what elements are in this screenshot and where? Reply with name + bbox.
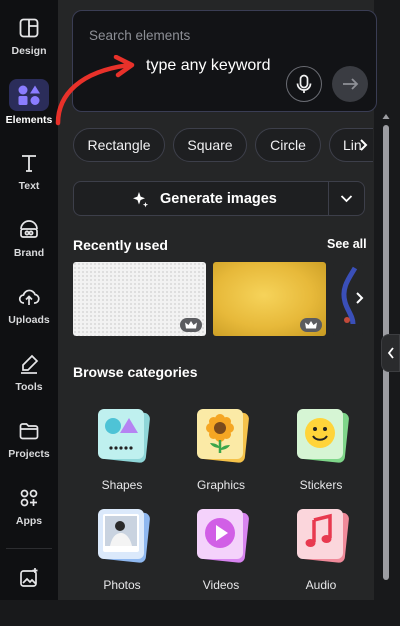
magic-image-icon <box>20 568 38 587</box>
sidebar-item-uploads[interactable]: Uploads <box>0 285 58 345</box>
sidebar-item-label: Projects <box>8 448 50 460</box>
shapes-tile-icon <box>98 409 150 463</box>
chevron-right-icon <box>360 139 368 151</box>
sunflower-tile-icon <box>197 409 249 463</box>
smiley-tile-icon <box>297 409 349 463</box>
sidebar-divider <box>6 548 52 549</box>
search-input[interactable]: Search elements <box>89 28 190 43</box>
sidebar-item-label: Apps <box>15 515 43 527</box>
photo-tile-icon <box>98 509 150 563</box>
microphone-icon <box>296 74 312 93</box>
sidebar-item-label: Uploads <box>8 314 50 326</box>
chip-circle[interactable]: Circle <box>255 128 321 162</box>
annotation-text: type any keyword <box>146 57 271 74</box>
sidebar-item-label: Tools <box>15 381 43 393</box>
collapse-panel-button[interactable] <box>381 334 400 372</box>
generate-images-label: Generate images <box>160 191 277 207</box>
browse-categories-title: Browse categories <box>73 364 198 380</box>
chevron-left-icon <box>387 347 394 359</box>
scroll-up-arrow-icon[interactable] <box>382 113 390 121</box>
crown-icon <box>185 321 197 329</box>
sidebar-item-text[interactable]: Text <box>0 151 58 211</box>
recently-used-title: Recently used <box>73 237 168 253</box>
sidebar-item-tools[interactable]: Tools <box>0 352 58 412</box>
category-label: Stickers <box>299 478 343 492</box>
folder-icon <box>19 423 39 440</box>
apps-grid-icon <box>20 489 38 507</box>
sidebar-item-label: Text <box>18 180 40 192</box>
arrow-right-icon <box>343 78 359 90</box>
voice-search-button[interactable] <box>286 66 322 102</box>
see-all-link[interactable]: See all <box>327 237 367 251</box>
recent-item-gold-texture[interactable] <box>213 262 326 336</box>
crown-icon <box>305 321 317 329</box>
brand-icon <box>20 220 38 238</box>
text-icon <box>22 155 36 172</box>
category-shapes[interactable]: Shapes <box>77 406 167 506</box>
chips-scroll-right[interactable] <box>356 133 372 157</box>
chevron-down-icon <box>340 195 353 203</box>
category-videos[interactable]: Videos <box>176 506 266 606</box>
sidebar-item-apps[interactable]: Apps <box>0 486 58 546</box>
recent-scroll-right[interactable] <box>349 283 371 313</box>
shapes-icon <box>9 79 49 111</box>
category-photos[interactable]: Photos <box>77 506 167 606</box>
sidebar-item-projects[interactable]: Projects <box>0 419 58 479</box>
play-tile-icon <box>197 509 249 563</box>
layout-icon <box>19 18 39 38</box>
chevron-right-icon <box>356 292 364 304</box>
chip-rectangle[interactable]: Rectangle <box>73 128 165 162</box>
category-label: Videos <box>202 578 240 592</box>
chip-square[interactable]: Square <box>173 128 247 162</box>
premium-crown-badge <box>180 318 202 332</box>
recent-item-texture[interactable] <box>73 262 206 336</box>
generate-options-dropdown[interactable] <box>328 181 365 216</box>
category-stickers[interactable]: Stickers <box>276 406 366 506</box>
generate-images-button[interactable]: Generate images <box>73 181 329 216</box>
category-label: Shapes <box>101 478 143 492</box>
cloud-upload-icon <box>18 289 40 305</box>
category-label: Photos <box>103 578 141 592</box>
search-submit-button[interactable] <box>332 66 368 102</box>
category-graphics[interactable]: Graphics <box>176 406 266 506</box>
premium-crown-badge <box>300 318 322 332</box>
category-label: Graphics <box>196 478 246 492</box>
sidebar-item-brand[interactable]: Brand <box>0 218 58 278</box>
music-tile-icon <box>297 509 349 563</box>
sidebar-item-label: Brand <box>13 247 45 259</box>
category-label: Audio <box>305 578 337 592</box>
sparkle-icon <box>133 192 149 208</box>
annotation-arrow-icon <box>55 55 135 126</box>
sidebar-item-magic-media[interactable] <box>0 566 58 626</box>
category-audio[interactable]: Audio <box>276 506 366 606</box>
pen-icon <box>21 354 39 374</box>
